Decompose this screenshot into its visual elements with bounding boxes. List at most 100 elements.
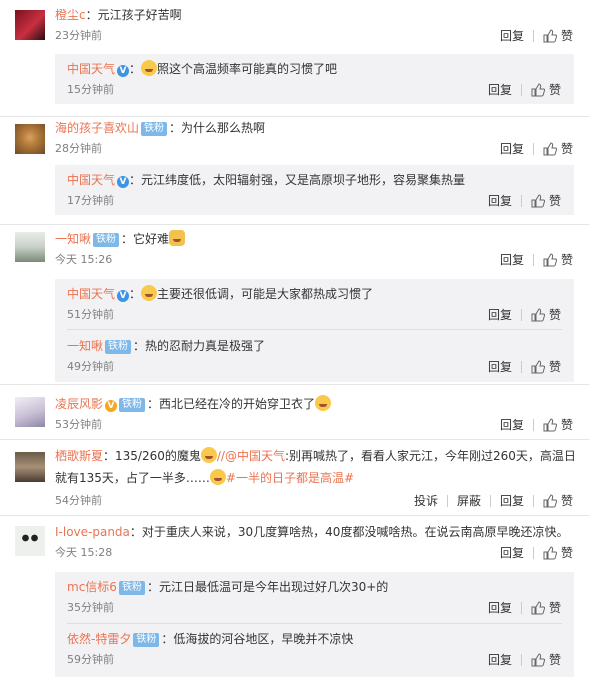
fan-badge: 铁粉 <box>93 233 120 247</box>
like-button[interactable]: 赞 <box>543 546 573 560</box>
divider <box>520 195 522 207</box>
divider <box>520 361 522 373</box>
reply-button[interactable]: 回复 <box>488 653 512 667</box>
reply-button[interactable]: 回复 <box>488 308 512 322</box>
divider <box>67 329 562 330</box>
verified-v-icon: V <box>117 65 130 77</box>
divider <box>532 419 534 431</box>
avatar[interactable] <box>15 124 45 154</box>
divider <box>532 30 534 42</box>
divider <box>520 654 522 666</box>
comment-item: 一知啾 铁粉 ：它好难 今天 15:26 回复赞 中国天气 V：主要还很低调，可能是大… <box>0 225 589 385</box>
thumbs-up-icon <box>531 653 545 667</box>
like-button[interactable]: 赞 <box>543 142 573 156</box>
reply-username[interactable]: 一知啾 <box>67 339 103 353</box>
comment-username[interactable]: 海的孩子喜欢山 <box>55 121 139 135</box>
thumbs-up-icon <box>543 29 557 43</box>
laughing-emoji-icon <box>141 285 158 301</box>
like-button[interactable]: 赞 <box>531 601 561 615</box>
avatar[interactable] <box>15 526 45 556</box>
comment-text: ：135/260的魔鬼 <box>103 449 201 463</box>
reply-username[interactable]: 中国天气 <box>67 62 115 76</box>
fan-badge: 铁粉 <box>119 398 146 412</box>
reply-button[interactable]: 回复 <box>488 83 512 97</box>
comment-item: 凌辰风影 V 铁粉 ：西北已经在冷的开始穿卫衣了 53分钟前 回复 赞 <box>0 385 589 440</box>
thumbs-up-icon <box>543 494 557 508</box>
comment-username[interactable]: 凌辰风影 <box>55 397 103 411</box>
divider <box>532 254 534 266</box>
comment-text: ：为什么那么热啊 <box>169 121 266 135</box>
comment-time: 28分钟前 <box>55 142 102 155</box>
reply-time: 17分钟前 <box>67 194 114 207</box>
reply-button[interactable]: 回复 <box>488 601 512 615</box>
like-button[interactable]: 赞 <box>543 253 573 267</box>
avatar[interactable] <box>15 452 45 482</box>
like-button[interactable]: 赞 <box>543 418 573 432</box>
comment-text: ：对于重庆人来说，30几度算啥热，40度都没喊啥热。在说云南高原早晚还凉快。 <box>129 525 569 539</box>
divider <box>489 495 491 507</box>
comment-time: 23分钟前 <box>55 29 102 42</box>
reply-time: 59分钟前 <box>67 653 114 666</box>
reply-text: ：元江纬度低，太阳辐射强，又是高原坝子地形，容易聚集热量 <box>129 173 466 187</box>
block-button[interactable]: 屏蔽 <box>457 494 481 508</box>
comment-text: ：西北已经在冷的开始穿卫衣了 <box>147 397 316 411</box>
like-button[interactable]: 赞 <box>543 29 573 43</box>
like-button[interactable]: 赞 <box>543 494 573 508</box>
reply-box: 中国天气 V：照这个高温频率可能真的习惯了吧 15分钟前 回复赞 <box>55 54 574 104</box>
report-button[interactable]: 投诉 <box>414 494 438 508</box>
comment-username[interactable]: 栖歌斯夏 <box>55 449 103 463</box>
thumbs-up-icon <box>531 360 545 374</box>
comment-username[interactable]: 橙尘c <box>55 8 86 22</box>
divider <box>67 623 562 624</box>
laughing-emoji-icon <box>200 447 217 463</box>
avatar[interactable] <box>15 397 45 427</box>
mention-link[interactable]: //@中国天气 <box>217 449 285 463</box>
fan-badge: 铁粉 <box>141 122 168 136</box>
avatar[interactable] <box>15 232 45 262</box>
reply-button[interactable]: 回复 <box>500 142 524 156</box>
cat-emoji-icon <box>169 230 186 246</box>
reply-username[interactable]: 中国天气 <box>67 173 115 187</box>
like-button[interactable]: 赞 <box>531 308 561 322</box>
like-button[interactable]: 赞 <box>531 194 561 208</box>
divider <box>532 495 534 507</box>
reply-time: 35分钟前 <box>67 601 114 614</box>
avatar[interactable] <box>15 10 45 40</box>
reply-button[interactable]: 回复 <box>500 253 524 267</box>
reply-button[interactable]: 回复 <box>500 29 524 43</box>
comment-time: 54分钟前 <box>55 494 102 507</box>
reply-button[interactable]: 回复 <box>488 360 512 374</box>
thumbs-up-icon <box>531 601 545 615</box>
reply-username[interactable]: 依然-特雷夕 <box>67 632 131 646</box>
thumbs-up-icon <box>531 194 545 208</box>
laughing-emoji-icon <box>209 469 226 485</box>
reply-button[interactable]: 回复 <box>488 194 512 208</box>
comment-item: I-love-panda：对于重庆人来说，30几度算啥热，40度都没喊啥热。在说… <box>0 516 589 677</box>
reply-box: 中国天气 V ：元江纬度低，太阳辐射强，又是高原坝子地形，容易聚集热量 17分钟前 … <box>55 165 574 215</box>
like-button[interactable]: 赞 <box>531 83 561 97</box>
fan-badge: 铁粉 <box>118 581 145 595</box>
reply-button[interactable]: 回复 <box>500 546 524 560</box>
thumbs-up-icon <box>531 308 545 322</box>
comment-text: ：它好难 <box>121 232 170 246</box>
comment-item: 海的孩子喜欢山 铁粉 ：为什么那么热啊 28分钟前 回复赞 中国天气 V ：元江纬度低，… <box>0 117 589 225</box>
comment-username[interactable]: I-love-panda <box>55 525 130 539</box>
reply-username[interactable]: 中国天气 <box>67 287 115 301</box>
like-button[interactable]: 赞 <box>531 653 561 667</box>
comment-text: ：元江孩子好苦啊 <box>85 8 182 22</box>
verified-v-icon: V <box>105 400 118 412</box>
hashtag-link[interactable]: #一半的日子都是高温# <box>226 471 354 485</box>
reply-button[interactable]: 回复 <box>500 418 524 432</box>
fan-badge: 铁粉 <box>105 340 132 354</box>
reply-button[interactable]: 回复 <box>500 494 524 508</box>
comment-username[interactable]: 一知啾 <box>55 232 91 246</box>
reply-username[interactable]: mc信标6 <box>67 580 117 594</box>
laughing-emoji-icon <box>141 60 158 76</box>
like-button[interactable]: 赞 <box>531 360 561 374</box>
reply-time: 15分钟前 <box>67 83 114 96</box>
reply-text: ：低海拔的河谷地区，早晚并不凉快 <box>161 632 354 646</box>
thumbs-up-icon <box>543 253 557 267</box>
laughing-emoji-icon <box>315 395 332 411</box>
comment-item: 栖歌斯夏：135/260的魔鬼//@中国天气:别再喊热了，看看人家元江，今年刚过… <box>0 440 589 516</box>
thumbs-up-icon <box>531 83 545 97</box>
